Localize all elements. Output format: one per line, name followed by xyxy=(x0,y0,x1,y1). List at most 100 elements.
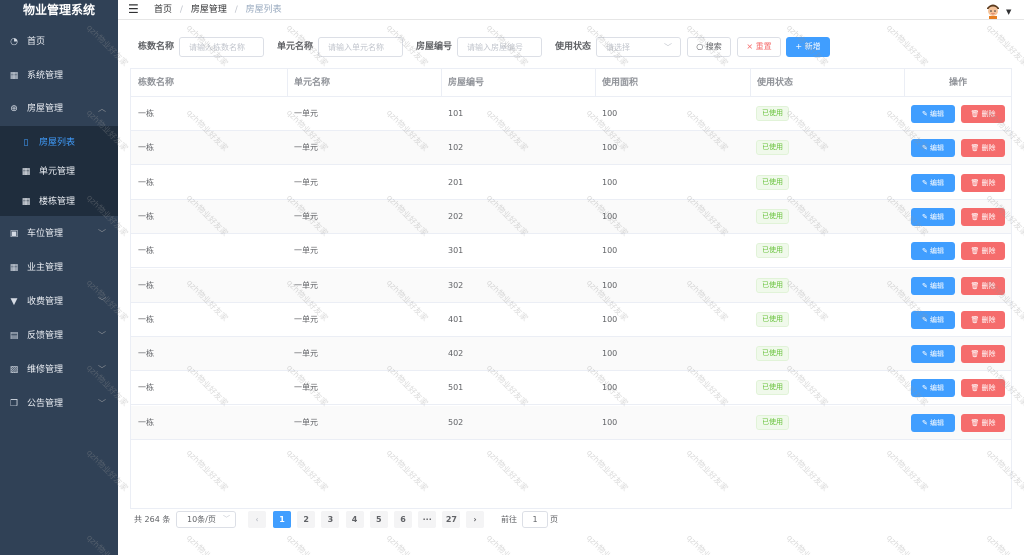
status-label: 使用状态 xyxy=(555,42,592,52)
sidebar-item-label: 车位管理 xyxy=(27,229,64,239)
edit-button[interactable]: ✎ 编辑 xyxy=(911,413,955,432)
edit-button[interactable]: ✎ 编辑 xyxy=(911,310,955,329)
watermark-text: qzh物业好友家 xyxy=(584,532,630,555)
page-number-button[interactable]: 27 xyxy=(442,511,461,528)
page-size-select[interactable]: 10条/页 ﹀ xyxy=(176,511,236,528)
status-badge: 已使用 xyxy=(756,243,789,259)
edit-button[interactable]: ✎ 编辑 xyxy=(911,345,955,364)
unit-label: 单元名称 xyxy=(277,42,314,52)
sidebar-subitem-unit[interactable]: ▦ 单元管理 xyxy=(0,157,118,187)
status-select[interactable]: 请选择 ﹀ xyxy=(596,37,681,57)
table-cell-area: 100 xyxy=(602,314,618,324)
sidebar-subitem-house-list[interactable]: ▯ 房屋列表 xyxy=(0,128,118,158)
table-cell-building: 一栋 xyxy=(138,280,154,290)
table-cell-house-no: 102 xyxy=(448,143,464,153)
page-number-button[interactable]: 6 xyxy=(394,511,412,528)
building-input[interactable]: 请输入栋数名称 xyxy=(179,37,264,57)
delete-button[interactable]: 🗑 删除 xyxy=(961,173,1005,192)
trash-icon: 🗑 xyxy=(970,247,980,256)
trash-icon: 🗑 xyxy=(970,315,980,324)
avatar[interactable] xyxy=(984,1,1002,19)
breadcrumb-separator: / xyxy=(234,5,238,15)
sidebar-item-charges[interactable]: ▼ 收费管理 ﹀ xyxy=(0,285,118,319)
status-badge: 已使用 xyxy=(756,106,789,121)
edit-button[interactable]: ✎ 编辑 xyxy=(911,207,955,226)
delete-button-label: 删除 xyxy=(981,418,996,427)
trash-icon: 🗑 xyxy=(970,350,980,359)
page-ellipsis[interactable]: ··· xyxy=(418,511,437,528)
sidebar-item-feedback[interactable]: ▤ 反馈管理 ﹀ xyxy=(0,319,118,353)
reset-button[interactable]: × 重置 xyxy=(737,37,781,57)
pagination-total: 共 264 条 xyxy=(134,515,171,524)
watermark-text: qzh物业好友家 xyxy=(484,532,530,555)
delete-button-label: 删除 xyxy=(981,144,996,153)
edit-button[interactable]: ✎ 编辑 xyxy=(911,139,955,158)
sidebar-item-label: 房屋管理 xyxy=(27,104,64,114)
column-divider xyxy=(287,69,288,97)
trash-icon: 🗑 xyxy=(970,144,980,153)
edit-button[interactable]: ✎ 编辑 xyxy=(911,379,955,398)
prev-page-button[interactable]: ‹ xyxy=(248,511,266,528)
status-badge: 已使用 xyxy=(756,140,789,156)
house-input[interactable]: 请输入房屋编号 xyxy=(457,37,542,57)
delete-button[interactable]: 🗑 删除 xyxy=(961,379,1005,398)
edit-button-label: 编辑 xyxy=(930,110,945,118)
page-number-button[interactable]: 5 xyxy=(369,511,388,528)
delete-button[interactable]: 🗑 删除 xyxy=(961,345,1005,364)
delete-button[interactable]: 🗑 删除 xyxy=(961,242,1005,261)
edit-button-label: 编辑 xyxy=(930,315,945,324)
table-row: 一栋 一单元 302 100 已使用 ✎ 编辑 🗑 删除 xyxy=(131,268,1011,303)
edit-button-label: 编辑 xyxy=(930,178,945,187)
watermark-text: qzh物业好友家 xyxy=(884,23,930,68)
table-cell-area: 100 xyxy=(602,177,618,187)
parking-icon: ▣ xyxy=(9,229,19,239)
breadcrumb-home[interactable]: 首页 xyxy=(154,5,172,15)
delete-button[interactable]: 🗑 删除 xyxy=(961,276,1005,295)
delete-button[interactable]: 🗑 删除 xyxy=(961,105,1005,123)
goto-page-input[interactable]: 1 xyxy=(522,511,548,528)
watermark-text: qzh物业好友家 xyxy=(384,532,430,555)
edit-button[interactable]: ✎ 编辑 xyxy=(911,276,955,295)
table-row: 一栋 一单元 201 100 已使用 ✎ 编辑 🗑 删除 xyxy=(131,166,1011,200)
next-page-button[interactable]: › xyxy=(466,511,484,528)
table-cell-unit: 一单元 xyxy=(294,246,318,256)
sidebar-item-house[interactable]: ⊕ 房屋管理 ︿ xyxy=(0,92,118,126)
sidebar-item-repair[interactable]: ▨ 维修管理 ﹀ xyxy=(0,353,118,387)
delete-button[interactable]: 🗑 删除 xyxy=(961,310,1005,329)
edit-button[interactable]: ✎ 编辑 xyxy=(911,242,955,261)
delete-button[interactable]: 🗑 删除 xyxy=(961,413,1005,432)
sidebar-item-label: 公告管理 xyxy=(27,399,64,409)
edit-icon: ✎ xyxy=(921,110,928,118)
table-cell-unit: 一单元 xyxy=(294,109,318,118)
delete-button[interactable]: 🗑 删除 xyxy=(961,139,1005,158)
edit-button[interactable]: ✎ 编辑 xyxy=(911,173,955,192)
page-number-button[interactable]: 2 xyxy=(297,511,316,528)
page-number-button[interactable]: 4 xyxy=(345,511,364,528)
sidebar-item-owner[interactable]: ▦ 业主管理 xyxy=(0,251,118,285)
sidebar-item-notice[interactable]: ❐ 公告管理 ﹀ xyxy=(0,387,118,421)
status-badge: 已使用 xyxy=(756,346,789,362)
caret-down-icon[interactable]: ▼ xyxy=(1006,8,1011,16)
sidebar-subitem-building[interactable]: ▦ 楼栋管理 xyxy=(0,187,118,217)
close-icon: × xyxy=(746,42,754,51)
page-number-button[interactable]: 3 xyxy=(321,511,340,528)
delete-button[interactable]: 🗑 删除 xyxy=(961,207,1005,226)
page-number-button[interactable]: 1 xyxy=(273,511,291,528)
sidebar-item-home[interactable]: ◔ 首页 xyxy=(0,25,118,59)
delete-button-label: 删除 xyxy=(981,350,996,359)
chevron-down-icon: ﹀ xyxy=(98,365,106,374)
edit-button[interactable]: ✎ 编辑 xyxy=(911,105,955,123)
column-header: 操作 xyxy=(949,78,968,88)
sidebar-item-system[interactable]: ▦ 系统管理 xyxy=(0,59,118,93)
sidebar-item-parking[interactable]: ▣ 车位管理 ﹀ xyxy=(0,217,118,251)
column-header: 房屋编号 xyxy=(448,78,485,88)
hamburger-icon[interactable]: ☰ xyxy=(128,3,140,15)
unit-input[interactable]: 请输入单元名称 xyxy=(318,37,403,57)
breadcrumb-house[interactable]: 房屋管理 xyxy=(191,5,227,15)
table-row: 一栋 一单元 102 100 已使用 ✎ 编辑 🗑 删除 xyxy=(131,131,1011,166)
search-button[interactable]: ○ 搜索 xyxy=(687,37,731,57)
delete-button-label: 删除 xyxy=(981,110,996,118)
column-divider xyxy=(904,69,905,97)
edit-button-label: 编辑 xyxy=(930,350,945,359)
add-button[interactable]: + 新增 xyxy=(786,37,830,57)
